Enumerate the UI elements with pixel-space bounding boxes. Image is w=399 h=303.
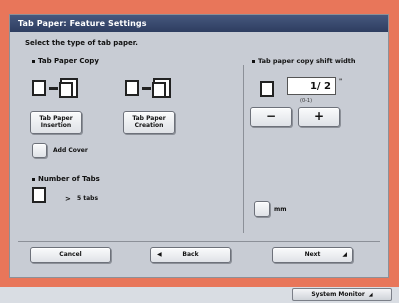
- decrease-button[interactable]: −: [250, 107, 292, 127]
- next-button[interactable]: Next ◢: [272, 247, 353, 263]
- shift-width-unit: ": [339, 78, 343, 85]
- number-of-tabs-heading: Number of Tabs: [32, 175, 100, 183]
- insertion-illustration-icon: [32, 78, 76, 108]
- chevron-right-icon: >: [65, 195, 71, 203]
- bullet-icon: [32, 59, 35, 63]
- mm-label: mm: [274, 206, 287, 213]
- back-arrow-icon: ◀: [157, 250, 162, 258]
- tab-paper-copy-heading: Tab Paper Copy: [32, 57, 99, 65]
- shift-width-heading: Tab paper copy shift width: [252, 57, 355, 65]
- add-cover-checkbox[interactable]: [32, 143, 47, 158]
- shift-width-range: (0-1): [300, 98, 313, 104]
- creation-illustration-icon: [125, 78, 169, 108]
- cancel-button[interactable]: Cancel: [30, 247, 111, 263]
- shift-width-value: 1/ 2: [287, 77, 336, 95]
- bullet-icon: [32, 177, 35, 181]
- add-cover-label: Add Cover: [53, 147, 88, 154]
- footer-divider: [18, 241, 380, 242]
- next-arrow-icon: ◢: [342, 250, 347, 258]
- instruction-text: Select the type of tab paper.: [25, 39, 138, 47]
- number-of-tabs-value: 5 tabs: [77, 195, 99, 202]
- mm-toggle-button[interactable]: [254, 201, 270, 217]
- system-monitor-button[interactable]: System Monitor ◢: [292, 288, 392, 301]
- system-bar: System Monitor ◢: [0, 287, 399, 303]
- increase-button[interactable]: +: [298, 107, 340, 127]
- back-button[interactable]: ◀ Back: [150, 247, 231, 263]
- tab-paper-insertion-button[interactable]: Tab Paper Insertion: [30, 111, 82, 134]
- shift-page-icon: [260, 79, 278, 101]
- system-monitor-arrow-icon: ◢: [368, 291, 373, 298]
- bullet-icon: [252, 59, 255, 63]
- tab-paper-settings-panel: Tab Paper: Feature Settings Select the t…: [9, 14, 389, 278]
- tab-paper-creation-button[interactable]: Tab Paper Creation: [123, 111, 175, 134]
- window-title: Tab Paper: Feature Settings: [10, 15, 388, 32]
- section-divider: [243, 65, 244, 233]
- tab-sheet-icon: [32, 187, 50, 207]
